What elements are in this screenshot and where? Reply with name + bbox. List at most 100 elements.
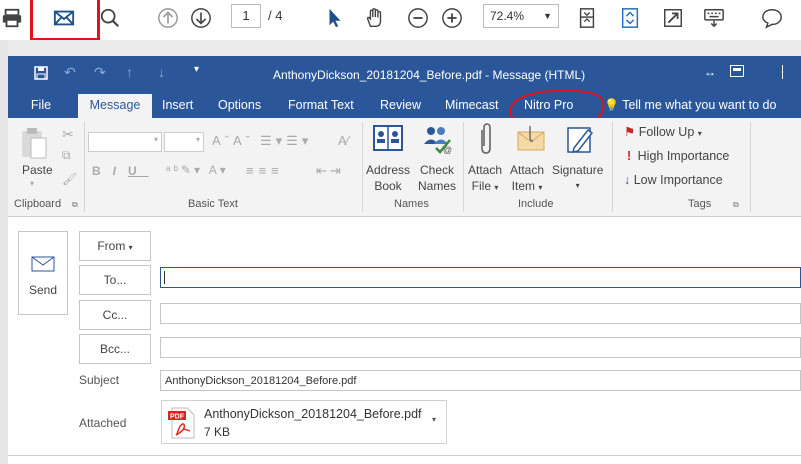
zoom-in-icon[interactable] <box>440 6 464 30</box>
font-size-select[interactable]: ▾ <box>164 132 204 152</box>
prev-page-icon[interactable] <box>156 6 180 30</box>
font-family-select[interactable]: ▾ <box>88 132 162 152</box>
indent-icons[interactable]: ⇤⇥ <box>316 163 344 179</box>
tab-message[interactable]: Message <box>78 94 152 118</box>
check-names-button[interactable]: Check Names <box>418 162 456 194</box>
minimize-icon[interactable] <box>782 65 783 79</box>
address-book-button[interactable]: Address Book <box>366 162 410 194</box>
chevron-down-icon[interactable]: ▾ <box>432 415 436 424</box>
next-page-icon[interactable] <box>189 6 213 30</box>
send-button[interactable]: Send <box>18 231 68 315</box>
check-names-label-1: Check <box>420 163 455 177</box>
tab-review[interactable]: Review <box>380 94 421 118</box>
signature-icon[interactable] <box>566 124 596 157</box>
save-icon[interactable] <box>34 66 48 83</box>
down-arrow-icon[interactable]: ↓ <box>158 64 165 80</box>
tell-me-label: Tell me what you want to do <box>622 98 777 112</box>
check-names-icon[interactable]: @ <box>422 124 452 157</box>
paste-chevron-icon[interactable]: ▾ <box>30 176 34 192</box>
cc-button[interactable]: Cc... <box>79 300 151 330</box>
select-pointer-icon[interactable] <box>323 6 347 30</box>
restore-size-icon[interactable]: ↔ <box>704 65 716 79</box>
bcc-field[interactable] <box>160 337 801 358</box>
follow-up-label: Follow Up <box>638 125 695 139</box>
group-separator <box>612 122 613 212</box>
undo-icon[interactable]: ↶ <box>64 64 76 81</box>
paste-icon[interactable] <box>20 126 48 165</box>
pdf-file-icon: PDF <box>168 407 196 442</box>
chevron-down-icon: ▾ <box>697 129 702 138</box>
to-button[interactable]: To... <box>79 265 151 295</box>
attachment-tile[interactable]: PDF AnthonyDickson_20181204_Before.pdf 7… <box>161 400 447 444</box>
ribbon: Paste ▾ ✂ ⧉ 🖌 Clipboard ⧉ ▾ ▾ AˆAˇ ☰▾☰▾ … <box>8 118 801 217</box>
low-importance-button[interactable]: ↓ Low Importance <box>624 173 723 187</box>
highlight-fontcolor-icons[interactable]: ᵃᵇ✎▾ A▾ <box>166 163 229 177</box>
tab-file[interactable]: File <box>24 94 58 118</box>
up-arrow-icon[interactable]: ↑ <box>126 64 133 80</box>
group-separator <box>750 122 751 212</box>
tell-me-search[interactable]: 💡 Tell me what you want to do <box>604 94 776 118</box>
bold-italic-underline-icons[interactable]: BIU <box>92 164 149 178</box>
hand-tool-icon[interactable] <box>363 6 387 30</box>
attach-file-label-2: File <box>471 179 491 193</box>
grow-shrink-font-icon[interactable]: AˆAˇ <box>212 133 254 148</box>
format-painter-icon[interactable]: 🖌 <box>62 172 77 186</box>
down-arrow-icon: ↓ <box>624 173 631 187</box>
attach-item-button[interactable]: Attach Item ▾ <box>510 162 544 196</box>
search-icon[interactable] <box>98 6 122 30</box>
ribbon-tabs: File Message Insert Options Format Text … <box>8 94 801 118</box>
page-number-input[interactable]: 1 <box>231 4 261 28</box>
redo-icon[interactable]: ↷ <box>94 64 106 81</box>
align-icons[interactable]: ≡≡≡ <box>246 163 284 178</box>
pdf-toolbar: 1 / 4 72.4% ▼ <box>0 0 801 40</box>
page-total: / 4 <box>268 8 283 23</box>
keyboard-icon[interactable] <box>702 6 726 30</box>
fit-page-icon[interactable] <box>575 6 599 30</box>
comment-icon[interactable] <box>760 6 784 30</box>
clear-format-icon[interactable]: A⁄ <box>338 133 349 148</box>
follow-up-button[interactable]: ⚑ Follow Up ▾ <box>624 124 702 139</box>
annotation-highlight-box <box>30 0 100 41</box>
attach-item-icon[interactable] <box>516 124 546 155</box>
signature-button[interactable]: Signature ▾ <box>552 162 603 194</box>
subject-label: Subject <box>79 373 120 387</box>
dialog-launcher-icon[interactable]: ⧉ <box>733 200 739 210</box>
high-importance-button[interactable]: ! High Importance <box>624 149 729 163</box>
send-label: Send <box>28 283 58 297</box>
rotate-icon[interactable] <box>618 6 642 30</box>
flag-icon: ⚑ <box>624 125 636 139</box>
attach-item-label-1: Attach <box>510 163 545 177</box>
cut-icon[interactable]: ✂ <box>62 126 74 143</box>
chevron-down-icon: ▾ <box>538 183 543 192</box>
paste-button[interactable]: Paste <box>22 162 53 178</box>
chevron-down-icon: ▼ <box>543 11 552 21</box>
svg-text:@: @ <box>443 145 452 154</box>
tab-mimecast[interactable]: Mimecast <box>445 94 498 118</box>
group-label-clipboard: Clipboard <box>14 198 62 210</box>
to-field[interactable] <box>160 267 801 288</box>
ribbon-display-icon[interactable] <box>730 65 744 80</box>
zoom-out-icon[interactable] <box>406 6 430 30</box>
address-book-icon[interactable] <box>372 124 404 155</box>
bcc-button[interactable]: Bcc... <box>79 334 151 364</box>
paperclip-icon[interactable] <box>478 122 494 159</box>
list-icons[interactable]: ☰▾☰▾ <box>260 133 312 149</box>
fullscreen-icon[interactable] <box>661 6 685 30</box>
tab-options[interactable]: Options <box>218 94 261 118</box>
copy-icon[interactable]: ⧉ <box>62 148 71 163</box>
tab-insert[interactable]: Insert <box>162 94 193 118</box>
subject-field[interactable]: AnthonyDickson_20181204_Before.pdf <box>160 370 801 391</box>
print-icon[interactable] <box>0 6 24 30</box>
attach-file-button[interactable]: Attach File ▾ <box>468 162 502 196</box>
group-label-basic-text: Basic Text <box>188 198 238 210</box>
zoom-select[interactable]: 72.4% ▼ <box>483 4 559 28</box>
high-importance-label: High Importance <box>637 149 730 163</box>
cc-field[interactable] <box>160 303 801 324</box>
customize-quick-access-icon[interactable]: ▾ <box>194 64 199 75</box>
body-divider <box>8 455 801 456</box>
from-button[interactable]: From ▾ <box>79 231 151 261</box>
tab-format-text[interactable]: Format Text <box>288 94 354 118</box>
dialog-launcher-icon[interactable]: ⧉ <box>72 200 78 210</box>
exclamation-icon: ! <box>627 149 632 163</box>
pdf-label: PDF <box>170 414 185 421</box>
